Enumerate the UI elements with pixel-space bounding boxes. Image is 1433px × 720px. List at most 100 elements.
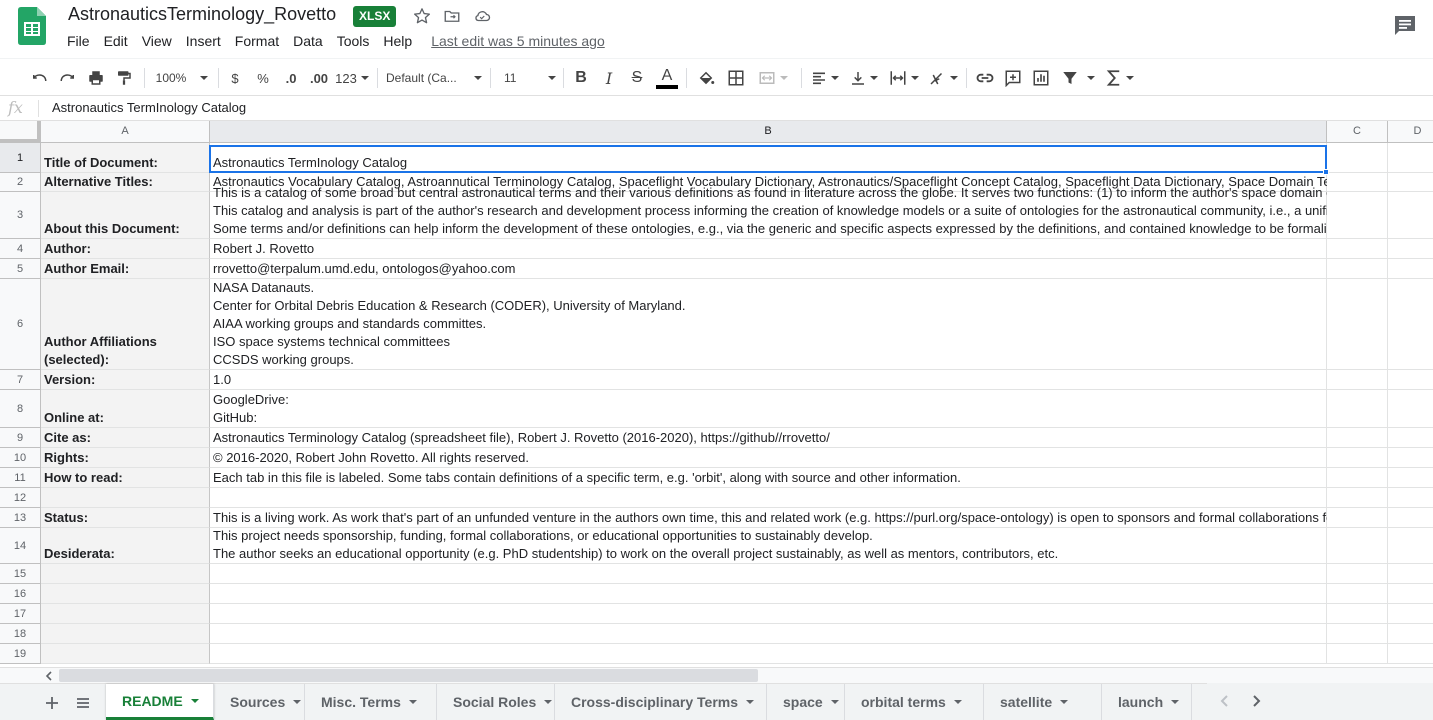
horizontal-scrollbar[interactable]: [0, 667, 1433, 683]
cell-empty[interactable]: [1388, 173, 1433, 192]
scroll-left-icon[interactable]: [44, 671, 54, 681]
row-header[interactable]: 8: [0, 390, 41, 428]
cell-label[interactable]: Version:: [41, 370, 210, 390]
menu-view[interactable]: View: [135, 31, 179, 51]
cell-empty[interactable]: [1327, 468, 1388, 488]
print-button[interactable]: [85, 66, 107, 90]
scroll-tabs-left-button[interactable]: [1217, 693, 1233, 709]
cell-value[interactable]: [210, 564, 1327, 584]
insert-chart-button[interactable]: [1030, 66, 1052, 90]
cell-empty[interactable]: [1388, 192, 1433, 239]
row-header[interactable]: 12: [0, 488, 41, 508]
column-header-d[interactable]: D: [1388, 121, 1433, 143]
cell-empty[interactable]: [1327, 192, 1388, 239]
scroll-tabs-right-button[interactable]: [1248, 693, 1264, 709]
cell-empty[interactable]: [1388, 390, 1433, 428]
last-edit-link[interactable]: Last edit was 5 minutes ago: [431, 33, 605, 49]
chevron-down-icon[interactable]: [544, 700, 553, 704]
cell-empty[interactable]: [1327, 279, 1388, 370]
cell-empty[interactable]: [1327, 584, 1388, 604]
formula-input[interactable]: Astronautics TermInology Catalog: [52, 100, 246, 115]
cell-value[interactable]: This project needs sponsorship, funding,…: [210, 528, 1327, 564]
cell-label[interactable]: Desiderata:: [41, 528, 210, 564]
percent-format-button[interactable]: %: [254, 66, 272, 90]
row-header[interactable]: 2: [0, 173, 41, 192]
cell-empty[interactable]: [1327, 428, 1388, 448]
decrease-decimal-button[interactable]: .0: [280, 66, 302, 90]
horizontal-align-button[interactable]: [809, 66, 841, 90]
cell-label[interactable]: Status:: [41, 508, 210, 528]
chevron-down-icon[interactable]: [1060, 700, 1069, 704]
document-title[interactable]: AstronauticsTerminology_Rovetto: [68, 4, 336, 25]
cell-empty[interactable]: [1388, 239, 1433, 259]
chevron-down-icon[interactable]: [953, 700, 962, 704]
cell-empty[interactable]: [1388, 488, 1433, 508]
increase-decimal-button[interactable]: .00: [306, 66, 332, 90]
row-header[interactable]: 9: [0, 428, 41, 448]
scrollbar-thumb[interactable]: [59, 669, 758, 682]
currency-format-button[interactable]: $: [226, 66, 244, 90]
cell-value[interactable]: [210, 584, 1327, 604]
cell-empty[interactable]: [1327, 528, 1388, 564]
cell-empty[interactable]: [1327, 604, 1388, 624]
cell-value[interactable]: GoogleDrive: GitHub:: [210, 390, 1327, 428]
cell-empty[interactable]: [1388, 604, 1433, 624]
cell-empty[interactable]: [1388, 448, 1433, 468]
sheets-logo[interactable]: [18, 7, 46, 45]
cell-empty[interactable]: [1388, 259, 1433, 279]
fill-color-button[interactable]: [695, 66, 717, 90]
column-header-c[interactable]: C: [1327, 121, 1388, 143]
undo-button[interactable]: [28, 66, 50, 90]
insert-comment-button[interactable]: [1002, 66, 1024, 90]
cell-empty[interactable]: [1327, 390, 1388, 428]
cell-label[interactable]: About this Document:: [41, 192, 210, 239]
strikethrough-button[interactable]: S: [627, 66, 647, 90]
paint-format-button[interactable]: [113, 66, 135, 90]
cell-empty[interactable]: [1327, 259, 1388, 279]
row-header[interactable]: 14: [0, 528, 41, 564]
font-size-select[interactable]: 11: [500, 66, 556, 90]
sheet-tab[interactable]: Sources: [214, 684, 305, 720]
sheet-tab[interactable]: launch: [1102, 684, 1192, 720]
cell-label[interactable]: [41, 564, 210, 584]
row-header[interactable]: 3: [0, 192, 41, 239]
sheet-tab[interactable]: Social Roles: [437, 684, 555, 720]
more-formats-button[interactable]: 123: [335, 66, 369, 90]
cell-empty[interactable]: [1327, 488, 1388, 508]
redo-button[interactable]: [57, 66, 79, 90]
row-header[interactable]: 11: [0, 468, 41, 488]
cell-value[interactable]: This is a living work. As work that's pa…: [210, 508, 1418, 528]
sheet-tab[interactable]: Misc. Terms: [305, 684, 437, 720]
cell-empty[interactable]: [1327, 564, 1388, 584]
cell-empty[interactable]: [1388, 644, 1433, 664]
cell-value[interactable]: Astronautics Terminology Catalog (spread…: [210, 428, 1327, 448]
sheet-tab[interactable]: README: [106, 684, 214, 720]
cell-value[interactable]: [210, 644, 1327, 664]
cell-empty[interactable]: [1388, 279, 1433, 370]
menu-insert[interactable]: Insert: [179, 31, 228, 51]
italic-button[interactable]: I: [599, 66, 619, 90]
cell-empty[interactable]: [1327, 173, 1388, 192]
row-header[interactable]: 5: [0, 259, 41, 279]
chevron-down-icon[interactable]: [293, 700, 302, 704]
cell-empty[interactable]: [1327, 239, 1388, 259]
cell-value[interactable]: [210, 488, 1327, 508]
menu-file[interactable]: File: [60, 31, 97, 51]
row-header[interactable]: 6: [0, 279, 41, 370]
cell-label[interactable]: How to read:: [41, 468, 210, 488]
row-header[interactable]: 16: [0, 584, 41, 604]
star-icon[interactable]: [413, 7, 431, 25]
menu-tools[interactable]: Tools: [330, 31, 377, 51]
sheet-tab[interactable]: space: [767, 684, 845, 720]
cell-empty[interactable]: [1327, 143, 1388, 173]
cell-value[interactable]: This is a catalog of some broad but cent…: [210, 185, 1433, 239]
cell-label[interactable]: Author Email:: [41, 259, 210, 279]
row-header[interactable]: 18: [0, 624, 41, 644]
cell-empty[interactable]: [1388, 370, 1433, 390]
borders-button[interactable]: [725, 66, 747, 90]
cell-empty[interactable]: [1388, 624, 1433, 644]
cell-value[interactable]: NASA Datanauts. Center for Orbital Debris…: [210, 279, 1327, 370]
column-header-a[interactable]: A: [41, 121, 210, 143]
row-header[interactable]: 1: [0, 143, 41, 173]
row-header[interactable]: 15: [0, 564, 41, 584]
